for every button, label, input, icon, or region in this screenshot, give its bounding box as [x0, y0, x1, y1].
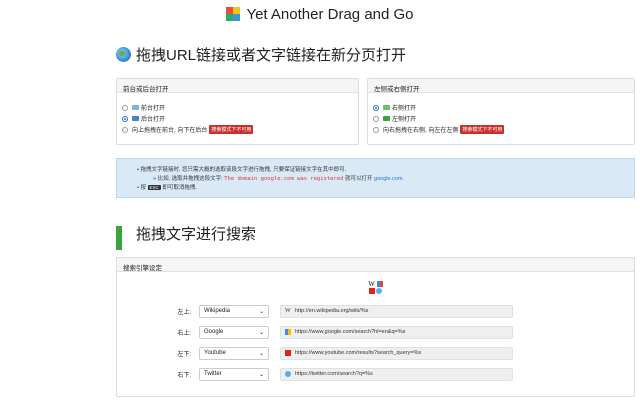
row-label: 右下: — [177, 372, 191, 379]
section-search-heading-text: 拖拽文字进行搜索 — [136, 226, 257, 243]
drag-grid-icon — [116, 226, 131, 250]
section-open-heading: 拖拽URL链接或者文字链接在新分页打开 — [116, 44, 406, 65]
app-logo-icon — [226, 7, 241, 21]
option-right[interactable]: 右侧打开 — [368, 102, 634, 113]
app-title: Yet Another Drag and Go — [0, 6, 640, 23]
youtube-favicon — [285, 350, 291, 356]
option-label: 右侧打开 — [392, 106, 417, 112]
radio-right[interactable] — [373, 104, 379, 111]
option-foreground[interactable]: 前台打开 — [117, 102, 358, 113]
engine-select[interactable]: Google ⌄ — [199, 325, 269, 339]
wikipedia-icon: W — [368, 280, 375, 288]
engine-icons-diagram: W — [117, 280, 634, 294]
option-label: 向上拖拽在前台, 向下在后台 — [132, 128, 208, 134]
info-box: • 拖拽文字链接时, 您只需大概的选取该段文字进行拖拽, 只要保证链接文字在其中… — [116, 158, 635, 198]
engine-select[interactable]: Twitter ⌄ — [199, 367, 269, 381]
chevron-down-icon: ⌄ — [258, 371, 264, 378]
tab-icon — [132, 105, 139, 110]
engine-url-field[interactable]: https://www.youtube.com/results?search_q… — [280, 346, 513, 360]
chevron-down-icon: ⌄ — [258, 329, 264, 336]
example-link[interactable]: google.com. — [374, 176, 404, 182]
option-left-right[interactable]: 向右拖拽在右侧, 向左在左侧 搜索模式下不可用 — [368, 124, 634, 135]
info-line-1: • 拖拽文字链接时, 您只需大概的选取该段文字进行拖拽, 只要保证链接文字在其中… — [137, 167, 347, 173]
info-line-3: • 按 ESC 即可取消拖拽. — [137, 185, 197, 191]
youtube-icon — [368, 288, 375, 294]
panel-title: 左侧或右侧打开 — [368, 79, 634, 93]
option-left[interactable]: 左侧打开 — [368, 113, 634, 124]
app-title-text: Yet Another Drag and Go — [246, 6, 414, 23]
info-line-2: » 比如, 选取并拖拽这段文字: The domain google.com w… — [153, 176, 404, 182]
wikipedia-favicon: W — [285, 308, 291, 314]
option-label: 向右拖拽在右侧, 向左在左侧 — [383, 128, 459, 134]
radio-background[interactable] — [122, 115, 128, 122]
option-label: 前台打开 — [141, 106, 166, 112]
engine-row-top-left: 左上: Wikipedia ⌄ Whttp://en.wikipedia.org/… — [117, 304, 636, 318]
foreground-background-panel: 前台或后台打开 前台打开 后台打开 向上拖拽在前台, 向下在后台 搜索模式下不可… — [116, 78, 359, 145]
section-open-heading-text: 拖拽URL链接或者文字链接在新分页打开 — [136, 47, 407, 64]
row-label: 左下: — [177, 351, 191, 358]
row-label: 右上: — [177, 330, 191, 337]
chevron-down-icon: ⌄ — [258, 308, 264, 315]
radio-foreground[interactable] — [122, 104, 128, 111]
example-code: The domain google.com was registered — [224, 176, 344, 182]
radio-left-right[interactable] — [373, 126, 379, 133]
google-icon — [376, 281, 383, 287]
twitter-icon — [376, 288, 383, 294]
globe-icon — [116, 47, 131, 62]
unavailable-badge: 搜索模式下不可用 — [209, 125, 254, 134]
radio-left[interactable] — [373, 115, 379, 122]
panel-title: 前台或后台打开 — [117, 79, 358, 93]
search-engine-panel: 搜索引擎设定 W 左上: Wikipedia ⌄ Whttp://en.wikip… — [116, 257, 635, 397]
panel-title: 搜索引擎设定 — [117, 258, 634, 272]
engine-url-field[interactable]: Whttp://en.wikipedia.org/wiki/%s — [280, 304, 513, 318]
radio-up-down[interactable] — [122, 126, 128, 133]
engine-url-field[interactable]: https://www.google.com/search?hl=en&q=%s — [280, 325, 513, 339]
google-favicon — [285, 329, 291, 335]
option-up-down[interactable]: 向上拖拽在前台, 向下在后台 搜索模式下不可用 — [117, 124, 358, 135]
engine-row-bottom-left: 左下: Youtube ⌄ https://www.youtube.com/res… — [117, 346, 636, 360]
engine-url-field[interactable]: https://twitter.com/search?q=%s — [280, 367, 513, 381]
option-label: 左侧打开 — [392, 117, 417, 123]
section-search-heading: 拖拽文字进行搜索 — [116, 223, 257, 250]
left-right-panel: 左侧或右侧打开 右侧打开 左侧打开 向右拖拽在右侧, 向左在左侧 搜索模式下不可… — [367, 78, 635, 145]
engine-select[interactable]: Wikipedia ⌄ — [199, 304, 269, 318]
unavailable-badge: 搜索模式下不可用 — [460, 125, 505, 134]
row-label: 左上: — [177, 309, 191, 316]
chevron-down-icon: ⌄ — [258, 350, 264, 357]
tab-left-icon — [383, 116, 390, 121]
tab-right-icon — [383, 105, 390, 110]
engine-row-top-right: 右上: Google ⌄ https://www.google.com/searc… — [117, 325, 636, 339]
option-label: 后台打开 — [141, 117, 166, 123]
twitter-favicon — [285, 371, 291, 377]
esc-key: ESC — [147, 185, 161, 190]
engine-select[interactable]: Youtube ⌄ — [199, 346, 269, 360]
option-background[interactable]: 后台打开 — [117, 113, 358, 124]
engine-row-bottom-right: 右下: Twitter ⌄ https://twitter.com/search?… — [117, 367, 636, 381]
tab-icon — [132, 116, 139, 121]
